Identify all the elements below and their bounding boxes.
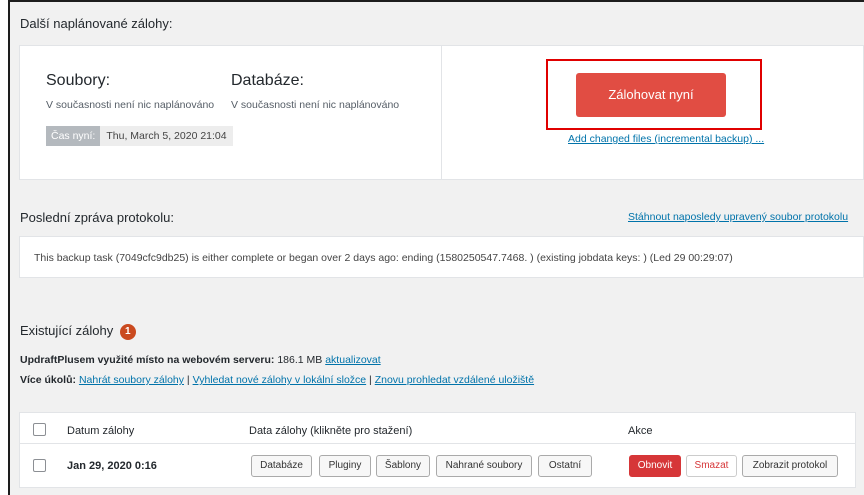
header-separator <box>20 443 855 444</box>
view-log-button[interactable]: Zobrazit protokol <box>742 455 838 477</box>
backup-now-button[interactable]: Zálohovat nyní <box>576 73 726 117</box>
space-used-label: UpdraftPlusem využité místo na webovém s… <box>20 354 275 366</box>
incremental-backup-link[interactable]: Add changed files (incremental backup) .… <box>568 133 764 145</box>
download-themes-button[interactable]: Šablony <box>376 455 430 477</box>
scheduled-divider <box>441 46 442 179</box>
header-date: Datum zálohy <box>67 425 135 437</box>
header-backup-data: Data zálohy (klikněte pro stažení) <box>249 425 413 437</box>
database-title: Databáze: <box>231 72 304 89</box>
scan-local-folder-link[interactable]: Vyhledat nové zálohy v lokální složce <box>193 374 367 386</box>
task-separator: | <box>186 374 190 386</box>
select-all-checkbox[interactable] <box>33 423 46 436</box>
updraft-panel: Další naplánované zálohy: Soubory: V sou… <box>8 0 864 495</box>
log-message: This backup task (7049cfc9db25) is eithe… <box>34 252 733 264</box>
row-backup-date: Jan 29, 2020 0:16 <box>67 460 157 472</box>
current-time-label: Čas nyní: <box>46 126 101 146</box>
existing-backups-title: Existující zálohy <box>20 323 114 338</box>
space-used-line: UpdraftPlusem využité místo na webovém s… <box>20 354 381 366</box>
more-tasks-label: Více úkolů: <box>20 374 77 386</box>
download-plugins-button[interactable]: Pluginy <box>319 455 371 477</box>
download-database-button[interactable]: Databáze <box>251 455 312 477</box>
database-status: V současnosti není nic naplánováno <box>231 99 400 111</box>
files-title: Soubory: <box>46 72 111 89</box>
task-separator: | <box>369 374 372 386</box>
rescan-remote-storage-link[interactable]: Znovu prohledat vzdálené uložiště <box>375 374 534 386</box>
space-used-value: 186.1 MB <box>277 354 323 366</box>
more-tasks-line: Více úkolů: Nahrát soubory zálohy | Vyhl… <box>20 374 534 386</box>
download-uploads-button[interactable]: Nahrané soubory <box>436 455 532 477</box>
log-title: Poslední zpráva protokolu: <box>20 210 174 225</box>
scheduled-backups-title: Další naplánované zálohy: <box>20 16 173 31</box>
backups-table: Datum zálohy Data zálohy (klikněte pro s… <box>19 412 856 488</box>
current-time: Čas nyní: Thu, March 5, 2020 21:04 <box>46 126 233 146</box>
download-log-link[interactable]: Stáhnout naposledy upravený soubor proto… <box>628 211 848 223</box>
header-actions: Akce <box>628 425 653 437</box>
existing-backups-heading: Existující zálohy 1 <box>20 323 136 340</box>
delete-button[interactable]: Smazat <box>686 455 737 477</box>
current-time-value: Thu, March 5, 2020 21:04 <box>106 130 227 142</box>
log-box: This backup task (7049cfc9db25) is eithe… <box>19 236 864 278</box>
download-others-button[interactable]: Ostatní <box>538 455 592 477</box>
scheduled-box: Soubory: V současnosti není nic naplánov… <box>19 45 864 180</box>
upload-backup-files-link[interactable]: Nahrát soubory zálohy <box>79 374 184 386</box>
restore-button[interactable]: Obnovit <box>629 455 681 477</box>
refresh-link[interactable]: aktualizovat <box>325 354 380 366</box>
row-checkbox[interactable] <box>33 459 46 472</box>
files-status: V současnosti není nic naplánováno <box>46 99 215 111</box>
backup-count-badge: 1 <box>119 323 136 340</box>
